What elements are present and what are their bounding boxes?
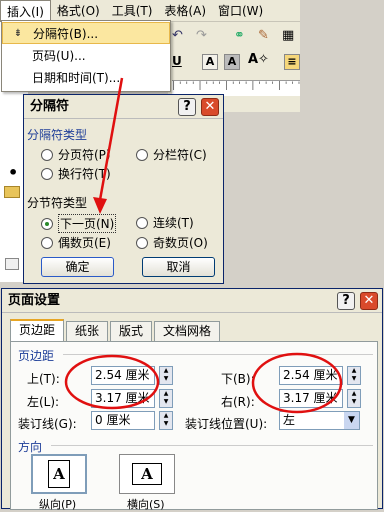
annotation-arrow-head [93,197,107,214]
annotation-overlay [64,77,343,414]
annotation-circle-left-margins [64,354,160,410]
annotation-arrow-line [98,77,124,201]
annotation-circle-right-margins [251,352,343,414]
